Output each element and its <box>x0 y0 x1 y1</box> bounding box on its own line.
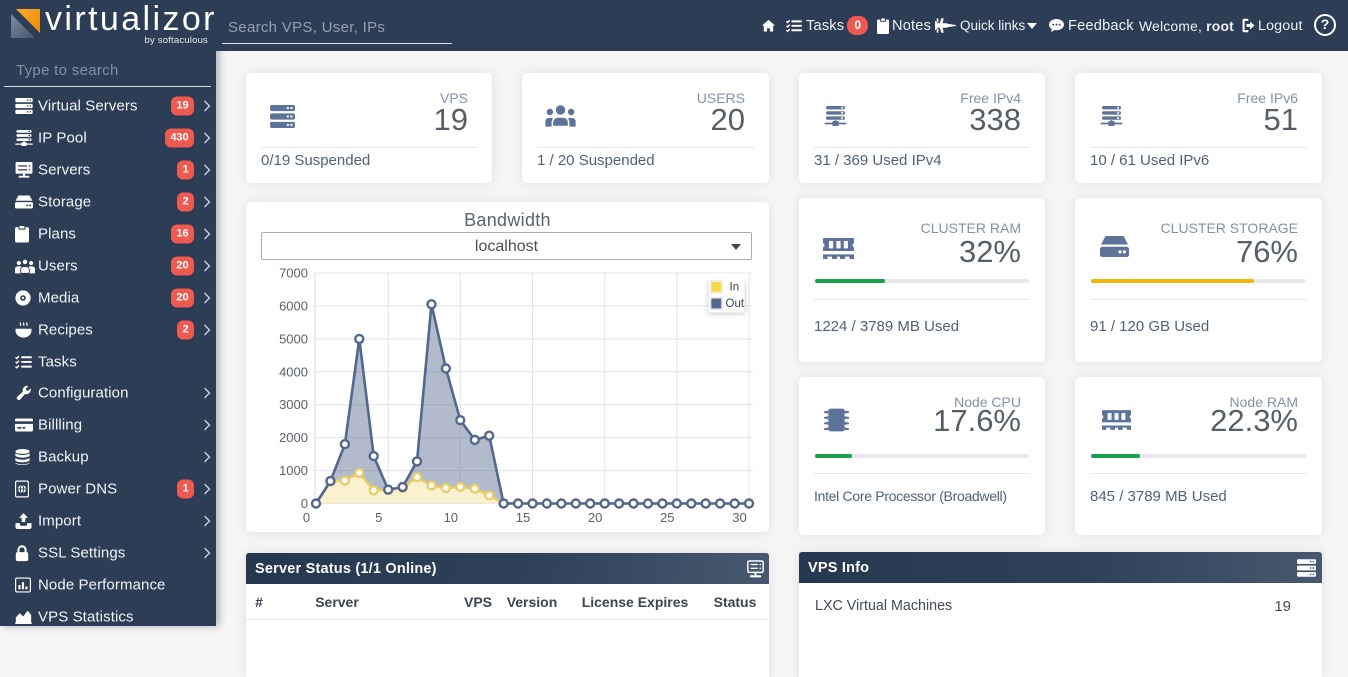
svg-text:15: 15 <box>516 510 530 525</box>
svg-text:30: 30 <box>732 510 746 525</box>
svg-text:5: 5 <box>375 510 382 525</box>
svg-text:Out: Out <box>726 298 745 310</box>
svg-text:7000: 7000 <box>279 266 308 281</box>
svg-text:10: 10 <box>444 510 458 525</box>
svg-text:3000: 3000 <box>279 397 308 412</box>
svg-text:0: 0 <box>301 496 308 511</box>
svg-text:20: 20 <box>588 510 602 525</box>
svg-text:0: 0 <box>303 510 310 525</box>
svg-text:5000: 5000 <box>279 331 308 346</box>
svg-text:1000: 1000 <box>279 463 308 478</box>
svg-text:4000: 4000 <box>279 364 308 379</box>
svg-text:2000: 2000 <box>279 430 308 445</box>
svg-text:6000: 6000 <box>279 298 308 313</box>
svg-text:25: 25 <box>660 510 674 525</box>
svg-text:In: In <box>730 282 740 294</box>
